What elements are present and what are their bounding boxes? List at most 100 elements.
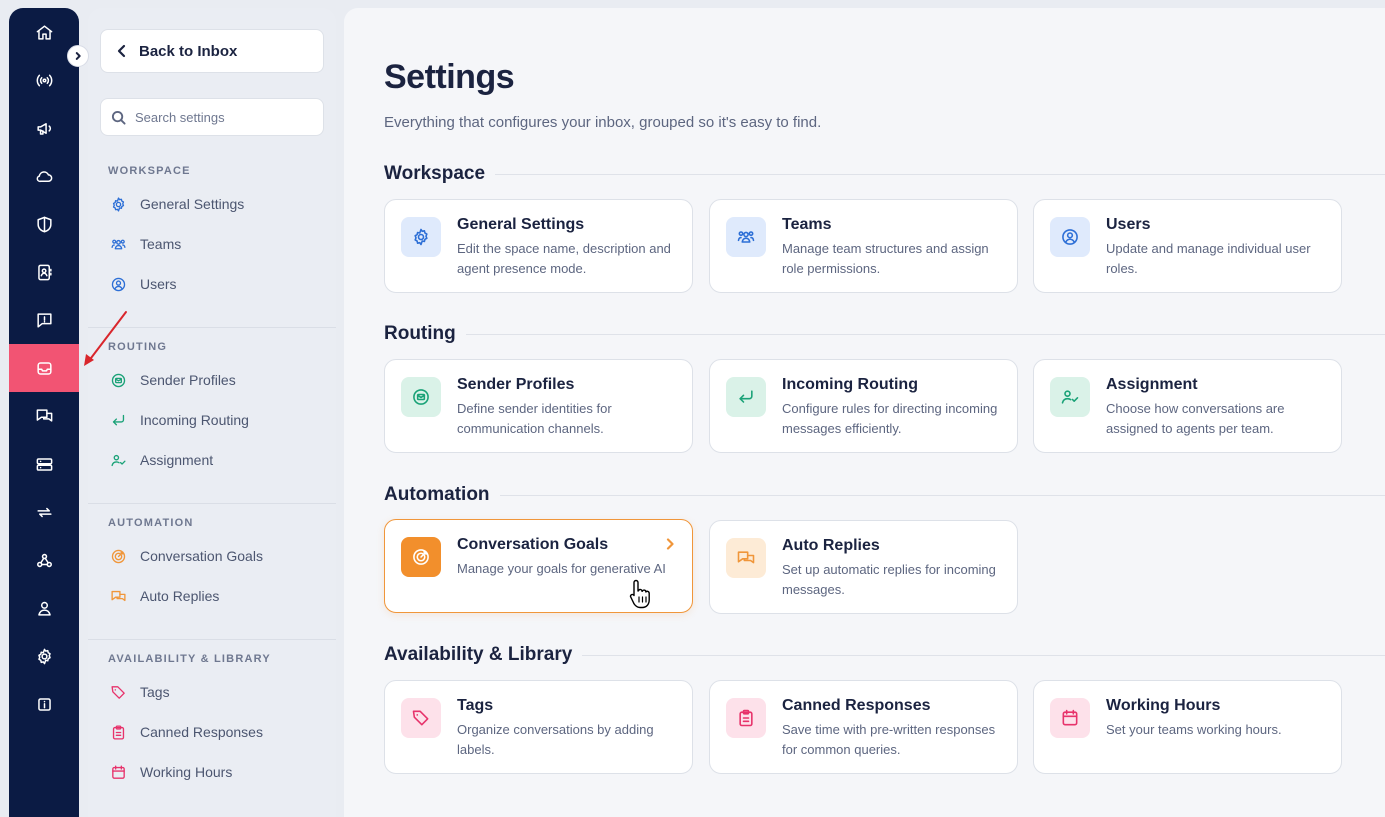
section-title: Automation [384, 484, 490, 505]
back-to-inbox-button[interactable]: Back to Inbox [100, 29, 324, 73]
nav-item-sender-profiles[interactable]: Sender Profiles [108, 366, 236, 394]
chat-bubbles-icon [110, 590, 126, 601]
nav-item-label: Teams [140, 236, 182, 252]
broadcast-icon [36, 74, 52, 86]
search-settings-box [100, 98, 324, 136]
conversations-icon [36, 408, 52, 422]
card-title: Working Hours [1106, 697, 1221, 714]
rail-feedback[interactable] [9, 296, 79, 344]
rail-settings[interactable] [9, 632, 79, 680]
card-conversation-goals[interactable]: Conversation Goals Manage your goals for… [384, 519, 693, 613]
megaphone-icon [36, 122, 51, 135]
section-automation: Automation [384, 484, 1385, 506]
nav-item-label: Incoming Routing [140, 412, 249, 428]
card-title: Users [1106, 216, 1151, 233]
nav-item-conversation-goals[interactable]: Conversation Goals [108, 542, 263, 570]
card-sender-profiles[interactable]: Sender Profiles Define sender identities… [384, 359, 693, 453]
rail-security[interactable] [9, 200, 79, 248]
chevron-left-icon [117, 44, 126, 58]
rail-contacts[interactable] [9, 248, 79, 296]
search-settings-input[interactable] [135, 109, 315, 125]
section-availability-library: Availability & Library [384, 644, 1385, 666]
nav-item-label: Sender Profiles [140, 372, 236, 388]
section-title: Routing [384, 323, 456, 344]
rail-cloud[interactable] [9, 152, 79, 200]
gear-icon [414, 228, 428, 246]
card-description: Manage team structures and assign role p… [782, 241, 989, 276]
card-title: Canned Responses [782, 697, 931, 714]
target-icon [111, 549, 125, 563]
nav-item-label: Assignment [140, 452, 214, 468]
gear-icon [37, 648, 51, 664]
chevron-right-icon [75, 52, 81, 60]
team-icon [110, 239, 126, 249]
section-routing: Routing [384, 323, 1385, 345]
shield-icon [36, 216, 52, 232]
rail-campaigns[interactable] [9, 104, 79, 152]
card-working-hours[interactable]: Working Hours Set your teams working hou… [1033, 680, 1342, 774]
section-workspace: Workspace [384, 163, 1385, 185]
card-teams[interactable]: Teams Manage team structures and assign … [709, 199, 1018, 293]
card-title: Conversation Goals [457, 536, 609, 553]
card-description: Configure rules for directing incoming m… [782, 401, 998, 436]
nav-item-canned-responses[interactable]: Canned Responses [108, 718, 263, 746]
icon-rail [9, 8, 79, 817]
rail-broadcast[interactable] [9, 56, 79, 104]
rail-webhooks[interactable] [9, 536, 79, 584]
nav-item-tags[interactable]: Tags [108, 678, 170, 706]
rail-profile[interactable] [9, 584, 79, 632]
nav-item-assignment[interactable]: Assignment [108, 446, 213, 474]
rail-servers[interactable] [9, 440, 79, 488]
calendar-icon [1062, 709, 1078, 726]
collapse-sidebar-button[interactable] [67, 45, 89, 67]
nav-divider [88, 639, 336, 640]
nav-item-users[interactable]: Users [108, 270, 177, 298]
nav-item-teams[interactable]: Teams [108, 230, 181, 258]
card-general-settings[interactable]: General Settings Edit the space name, de… [384, 199, 693, 293]
cloud-icon [36, 170, 52, 182]
nav-item-auto-replies[interactable]: Auto Replies [108, 582, 219, 610]
nav-item-label: Tags [140, 684, 170, 700]
nav-item-label: Users [140, 276, 177, 292]
card-description: Choose how conversations are assigned to… [1106, 401, 1285, 436]
card-description: Update and manage individual user roles. [1106, 241, 1311, 276]
card-description: Save time with pre-written responses for… [782, 722, 996, 757]
nav-item-label: Auto Replies [140, 588, 220, 604]
server-icon [36, 457, 52, 471]
card-assignment[interactable]: Assignment Choose how conversations are … [1033, 359, 1342, 453]
nav-item-label: General Settings [140, 196, 245, 212]
tag-icon [412, 710, 429, 726]
rail-sync[interactable] [9, 488, 79, 536]
tag-icon [110, 685, 125, 699]
card-incoming-routing[interactable]: Incoming Routing Configure rules for dir… [709, 359, 1018, 453]
nav-item-general-settings[interactable]: General Settings [108, 190, 244, 218]
settings-sidebar: Back to Inbox WORKSPACE General Settings… [88, 8, 336, 817]
rail-inbox[interactable] [9, 344, 79, 392]
card-users[interactable]: Users Update and manage individual user … [1033, 199, 1342, 293]
nav-item-incoming-routing[interactable]: Incoming Routing [108, 406, 249, 434]
card-canned-responses[interactable]: Canned Responses Save time with pre-writ… [709, 680, 1018, 774]
page-title: Settings [384, 58, 515, 96]
nav-item-label: Canned Responses [140, 724, 263, 740]
rail-info[interactable] [9, 680, 79, 728]
chevron-right-icon [666, 538, 674, 550]
card-title: Auto Replies [782, 537, 880, 554]
mail-circle-icon [111, 373, 125, 387]
user-circle-icon [1062, 229, 1078, 245]
card-auto-replies[interactable]: Auto Replies Set up automatic replies fo… [709, 520, 1018, 614]
card-tags[interactable]: Tags Organize conversations by adding la… [384, 680, 693, 774]
section-title: Availability & Library [384, 644, 573, 665]
target-icon [413, 549, 429, 565]
sync-icon [36, 507, 52, 517]
card-title: Incoming Routing [782, 376, 918, 393]
clipboard-icon [112, 724, 124, 740]
nav-item-label: Working Hours [140, 764, 233, 780]
user-icon [37, 601, 51, 616]
nav-item-working-hours[interactable]: Working Hours [108, 758, 232, 786]
card-title: General Settings [457, 216, 585, 233]
card-description: Define sender identities for communicati… [457, 401, 612, 436]
nav-item-label: Conversation Goals [140, 548, 263, 564]
info-icon [37, 697, 51, 711]
chat-alert-icon [36, 312, 52, 328]
rail-conversations[interactable] [9, 392, 79, 440]
